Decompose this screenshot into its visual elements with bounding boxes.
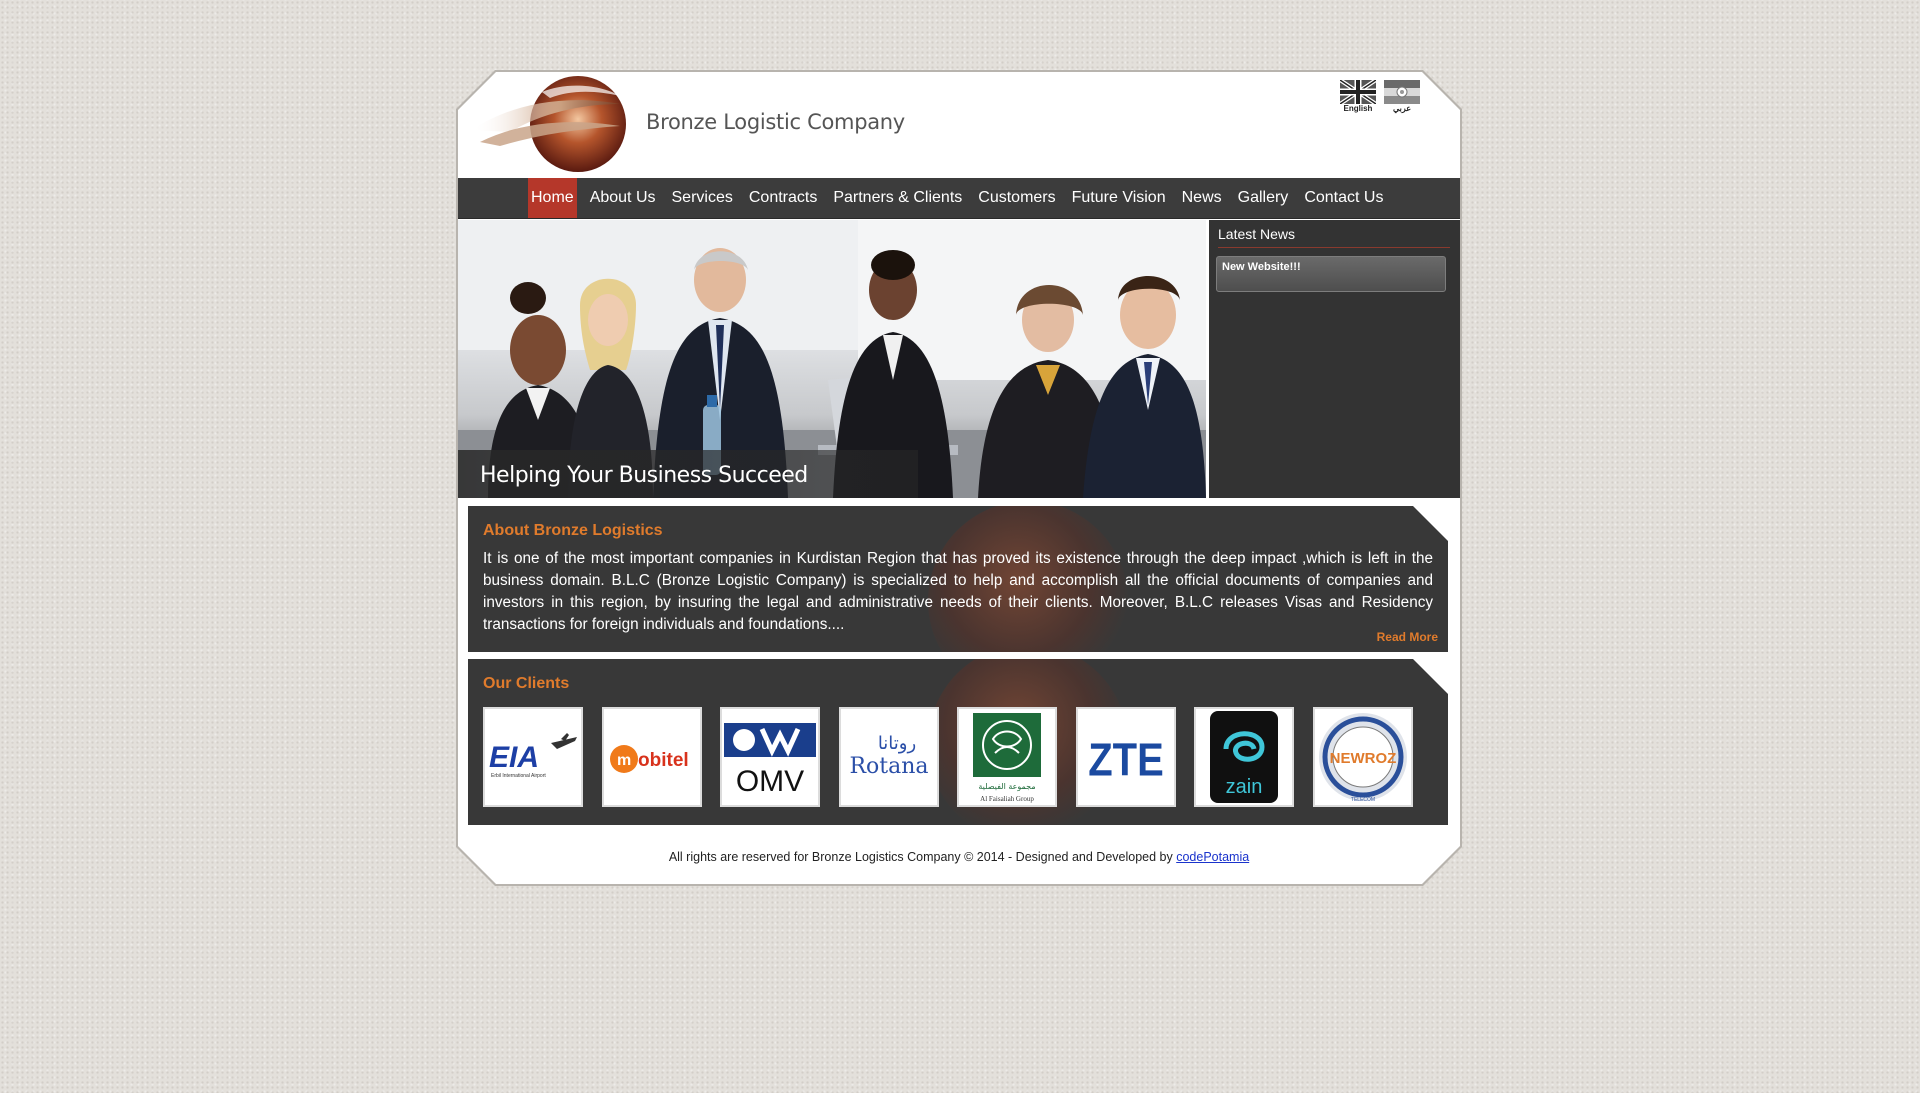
hero-banner: Helping Your Business Succeed [458,220,1206,498]
nav-services[interactable]: Services [664,178,741,218]
client-logo-alfaisaliah[interactable]: مجموعة الفيصلية Al Faisaliah Group [957,707,1057,807]
about-title: About Bronze Logistics [483,522,663,539]
svg-text:Al Faisaliah Group: Al Faisaliah Group [980,795,1034,803]
svg-text:zain: zain [1226,776,1263,798]
svg-text:EIA: EIA [489,741,539,774]
nav-customers[interactable]: Customers [970,178,1063,218]
lang-arabic[interactable]: عربي [1384,80,1420,114]
nav-contact-us[interactable]: Contact Us [1296,178,1391,218]
banner-caption: Helping Your Business Succeed [480,463,808,488]
latest-news-title: Latest News [1218,226,1450,248]
nav-contracts[interactable]: Contracts [741,178,825,218]
brand-name: Bronze Logistic Company [646,110,905,134]
svg-text:Rotana: Rotana [849,754,928,779]
page-container: Bronze Logistic Company English عربي Hom… [458,72,1460,884]
lang-arabic-label: عربي [1392,104,1412,113]
svg-text:روتانا: روتانا [877,733,915,754]
nav-future-vision[interactable]: Future Vision [1064,178,1174,218]
nav-partners-clients[interactable]: Partners & Clients [825,178,970,218]
clients-panel: Our Clients EIA Erbil International Airp… [468,659,1448,825]
eia-logo-icon: EIA Erbil International Airport [489,733,577,779]
client-logo-zte[interactable]: ZTE [1075,707,1176,807]
newroz-logo-icon: NEWROZ TELECOM [1318,713,1407,803]
mobitel-logo-icon: m obitel [609,745,689,773]
main-nav: Home About Us Services Contracts Partner… [458,178,1460,219]
rotana-logo-icon: روتانا Rotana [849,733,928,779]
nav-about-us[interactable]: About Us [582,178,664,218]
latest-news-panel: Latest News New Website!!! [1209,220,1460,498]
about-panel: About Bronze Logistics It is one of the … [468,506,1448,652]
nav-gallery[interactable]: Gallery [1230,178,1297,218]
alfaisaliah-logo-icon: مجموعة الفيصلية Al Faisaliah Group [973,713,1041,803]
zain-logo-icon: zain [1210,711,1278,803]
about-text: It is one of the most important companie… [483,550,1433,633]
svg-text:NEWROZ: NEWROZ [1329,750,1396,767]
nav-home[interactable]: Home [528,178,577,218]
footer: All rights are reserved for Bronze Logis… [458,850,1460,864]
uk-flag-icon [1340,80,1376,104]
svg-text:ZTE: ZTE [1088,735,1164,786]
client-logo-omv[interactable]: OMV [720,707,820,807]
lang-english[interactable]: English [1340,80,1376,114]
kurdistan-flag-icon [1384,80,1420,104]
client-logos: EIA Erbil International Airport m obitel [483,707,1431,807]
svg-text:m: m [617,752,631,769]
news-item[interactable]: New Website!!! [1216,256,1446,292]
svg-text:obitel: obitel [638,750,689,771]
company-logo[interactable] [470,74,640,176]
read-more-link[interactable]: Read More [1377,630,1438,644]
svg-text:TELECOM: TELECOM [1350,797,1374,803]
omv-logo-icon: OMV [724,723,816,798]
lang-english-label: English [1343,104,1373,113]
client-logo-eia[interactable]: EIA Erbil International Airport [483,707,583,807]
client-logo-mobitel[interactable]: m obitel [601,707,702,807]
zte-logo-icon: ZTE [1088,735,1164,786]
client-logo-rotana[interactable]: روتانا Rotana [838,707,939,807]
footer-text: All rights are reserved for Bronze Logis… [668,850,1173,864]
svg-text:Erbil International Airport: Erbil International Airport [491,773,546,779]
client-logo-newroz[interactable]: NEWROZ TELECOM [1312,707,1413,807]
nav-news[interactable]: News [1174,178,1230,218]
client-logo-zain[interactable]: zain [1194,707,1294,807]
svg-text:مجموعة الفيصلية: مجموعة الفيصلية [978,782,1035,791]
clients-title: Our Clients [483,675,570,692]
footer-developer-link[interactable]: codePotamia [1176,850,1249,864]
svg-text:OMV: OMV [736,765,804,798]
